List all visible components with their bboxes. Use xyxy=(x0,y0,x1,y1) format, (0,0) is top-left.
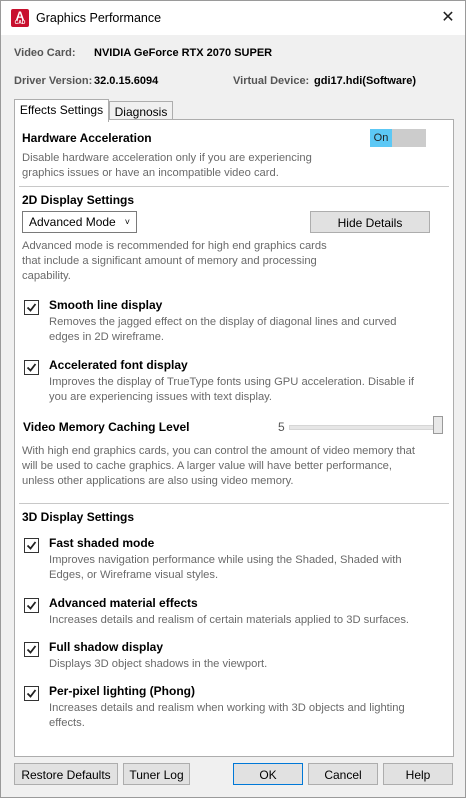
display-mode-select[interactable]: Advanced Mode ˅ xyxy=(22,211,137,233)
checkmark-icon xyxy=(26,645,37,654)
hide-details-button[interactable]: Hide Details xyxy=(310,211,430,233)
accelerated-font-display-desc: Improves the display of TrueType fonts u… xyxy=(49,376,415,403)
toggle-on-label: On xyxy=(370,129,392,147)
checkmark-icon xyxy=(26,689,37,698)
autocad-icon: A CAD xyxy=(11,9,29,27)
video-memory-caching-title: Video Memory Caching Level xyxy=(23,420,190,434)
full-shadow-display-desc: Displays 3D object shadows in the viewpo… xyxy=(49,658,268,670)
graphics-performance-dialog: A CAD Graphics Performance ✕ Video Card: … xyxy=(0,0,466,798)
video-memory-slider-track[interactable] xyxy=(289,425,441,430)
video-memory-slider-thumb[interactable] xyxy=(433,416,443,434)
tab-effects-settings[interactable]: Effects Settings xyxy=(14,99,109,122)
checkmark-icon xyxy=(26,363,37,372)
2d-display-settings-title: 2D Display Settings xyxy=(22,193,135,207)
fast-shaded-mode-title: Fast shaded mode xyxy=(49,536,155,550)
full-shadow-display-title: Full shadow display xyxy=(49,640,164,654)
hardware-acceleration-title: Hardware Acceleration xyxy=(22,131,152,145)
advanced-material-effects-checkbox[interactable] xyxy=(24,598,39,613)
window-title: Graphics Performance xyxy=(36,11,162,25)
effects-settings-panel: Hardware Acceleration On Disable hardwar… xyxy=(14,119,454,757)
title-bar: A CAD Graphics Performance ✕ xyxy=(1,1,465,35)
2d-mode-desc: Advanced mode is recommended for high en… xyxy=(22,240,327,282)
divider xyxy=(19,503,449,504)
per-pixel-lighting-checkbox[interactable] xyxy=(24,686,39,701)
video-card-value: NVIDIA GeForce RTX 2070 SUPER xyxy=(94,47,273,59)
hardware-acceleration-toggle[interactable]: On xyxy=(370,129,426,147)
advanced-material-effects-title: Advanced material effects xyxy=(49,596,198,610)
ok-button[interactable]: OK xyxy=(233,763,303,785)
driver-version-value: 32.0.15.6094 xyxy=(94,75,159,87)
per-pixel-lighting-title: Per-pixel lighting (Phong) xyxy=(49,684,195,698)
accelerated-font-display-checkbox[interactable] xyxy=(24,360,39,375)
fast-shaded-mode-checkbox[interactable] xyxy=(24,538,39,553)
video-memory-level-value: 5 xyxy=(278,420,285,434)
smooth-line-display-checkbox[interactable] xyxy=(24,300,39,315)
cancel-button[interactable]: Cancel xyxy=(308,763,378,785)
video-memory-desc: With high end graphics cards, you can co… xyxy=(22,445,416,487)
smooth-line-display-title: Smooth line display xyxy=(49,298,163,312)
checkmark-icon xyxy=(26,303,37,312)
checkmark-icon xyxy=(26,601,37,610)
accelerated-font-display-title: Accelerated font display xyxy=(49,358,188,372)
video-card-label: Video Card: xyxy=(14,47,76,59)
restore-defaults-button[interactable]: Restore Defaults xyxy=(14,763,118,785)
3d-display-settings-title: 3D Display Settings xyxy=(22,510,135,524)
driver-version-label: Driver Version: xyxy=(14,75,93,87)
fast-shaded-mode-desc: Improves navigation performance while us… xyxy=(49,554,402,581)
help-button[interactable]: Help xyxy=(383,763,453,785)
chevron-down-icon: ˅ xyxy=(124,217,130,227)
full-shadow-display-checkbox[interactable] xyxy=(24,642,39,657)
smooth-line-display-desc: Removes the jagged effect on the display… xyxy=(49,316,397,343)
advanced-material-effects-desc: Increases details and realism of certain… xyxy=(49,614,410,626)
checkmark-icon xyxy=(26,541,37,550)
close-icon[interactable]: ✕ xyxy=(437,7,459,29)
per-pixel-lighting-desc: Increases details and realism when worki… xyxy=(49,702,405,729)
virtual-device-value: gdi17.hdi(Software) xyxy=(314,75,417,87)
tuner-log-button[interactable]: Tuner Log xyxy=(123,763,190,785)
divider xyxy=(19,186,449,187)
virtual-device-label: Virtual Device: xyxy=(233,75,310,87)
hardware-acceleration-desc: Disable hardware acceleration only if yo… xyxy=(22,152,312,179)
